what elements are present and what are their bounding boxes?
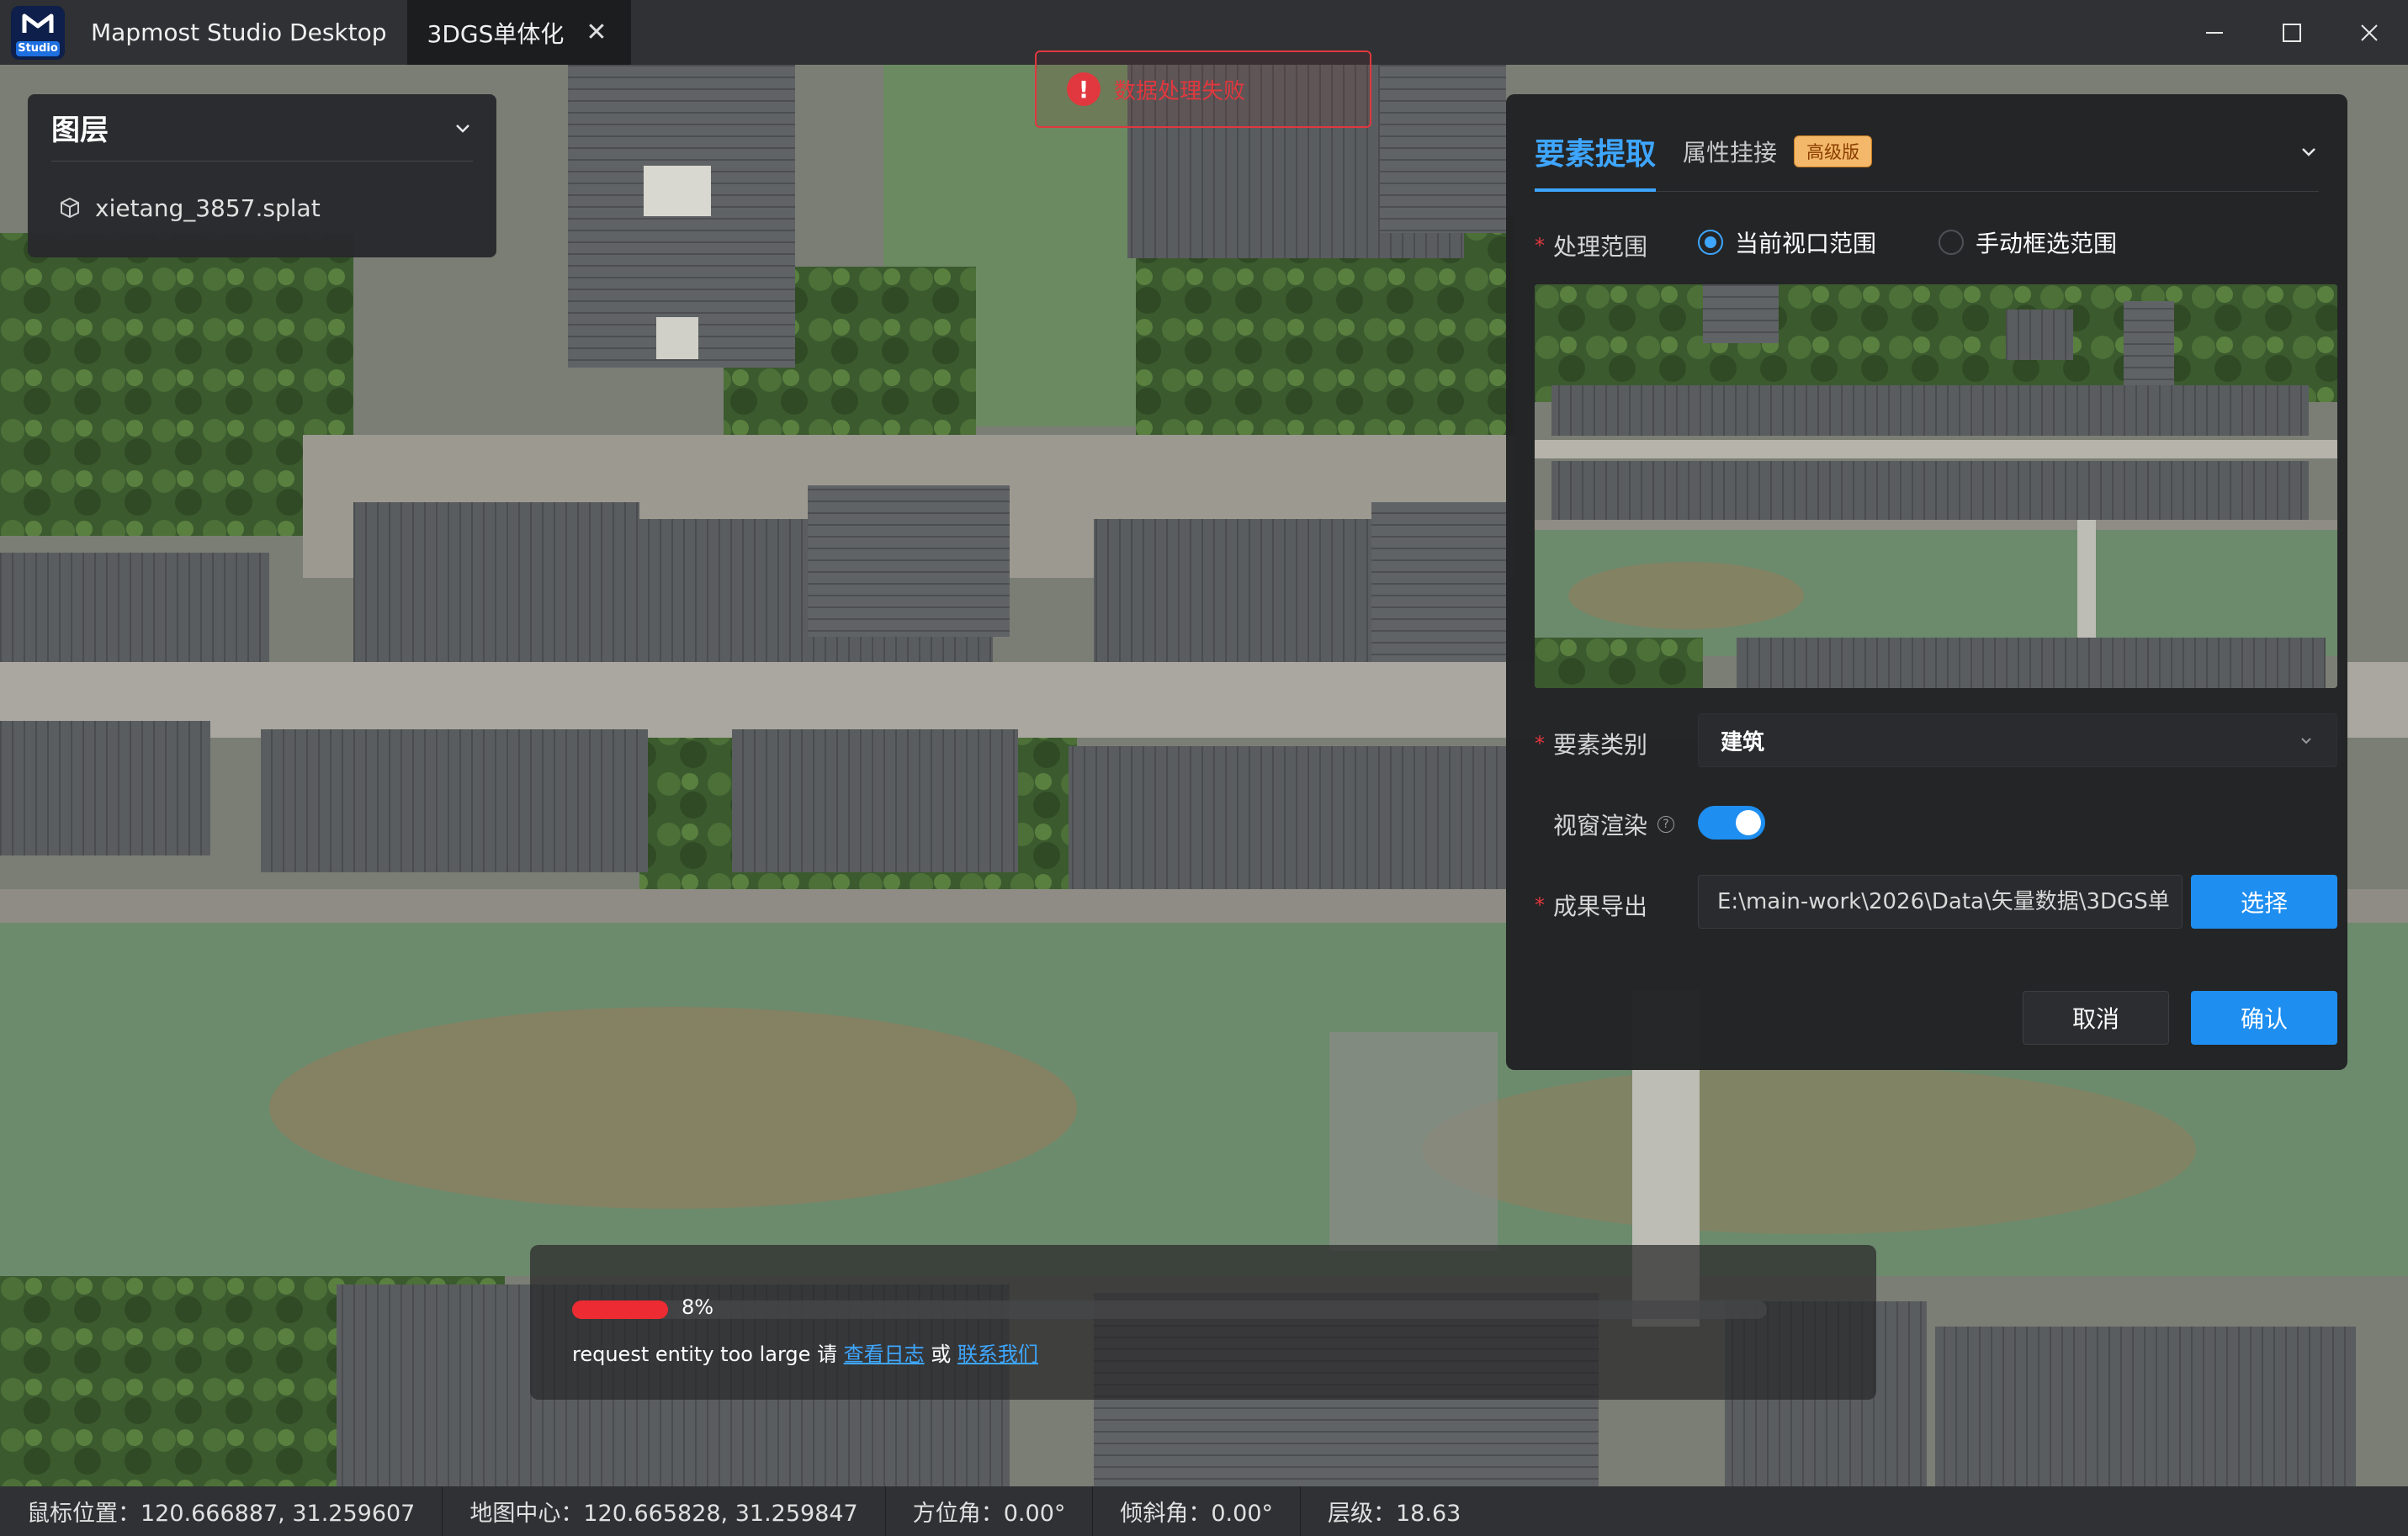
layer-panel-header[interactable]: 图层	[51, 94, 473, 162]
range-label: * 处理范围	[1535, 229, 1647, 262]
minimize-icon	[2206, 31, 2223, 34]
range-label-text: 处理范围	[1553, 233, 1648, 261]
status-pitch: 倾斜角：0.00°	[1120, 1501, 1273, 1527]
feature-extraction-panel: 要素提取 属性挂接 高级版 * 处理范围 当前视口范围 手动框选范围 * 要素类…	[1506, 94, 2347, 1070]
logo-icon: Studio	[11, 5, 65, 60]
category-label: * 要素类别	[1535, 727, 1647, 760]
status-bearing: 方位角：0.00°	[912, 1501, 1066, 1527]
layer-panel-title: 图层	[51, 114, 109, 147]
progress-fill	[572, 1300, 668, 1319]
close-window-icon	[2361, 24, 2378, 41]
required-mark: *	[1535, 732, 1545, 755]
required-mark: *	[1535, 893, 1545, 917]
preview-imagery	[1535, 284, 2337, 688]
contact-us-link[interactable]: 联系我们	[957, 1343, 1038, 1366]
export-label-text: 成果导出	[1553, 892, 1648, 920]
category-select-value: 建筑	[1721, 729, 1765, 755]
tab-attribute-attach[interactable]: 属性挂接	[1683, 135, 1777, 168]
window-controls	[2176, 0, 2408, 65]
radio-manual-box[interactable]	[1939, 230, 1965, 255]
render-toggle[interactable]	[1698, 806, 1765, 840]
error-icon: !	[1067, 72, 1101, 106]
layer-panel: 图层 xietang_3857.splat	[28, 94, 496, 257]
cube-icon	[61, 198, 79, 218]
app-title: Mapmost Studio Desktop	[91, 19, 387, 46]
close-window-button[interactable]	[2331, 0, 2408, 65]
status-map-center: 地图中心：120.665828, 31.259847	[469, 1501, 858, 1527]
select-path-button[interactable]: 选择	[2191, 875, 2337, 929]
tab-feature-extraction[interactable]: 要素提取	[1535, 111, 1657, 192]
premium-badge: 高级版	[1794, 135, 1873, 167]
progress-message: request entity too large 请 查看日志 或 联系我们	[572, 1337, 1038, 1367]
help-icon[interactable]: ?	[1657, 816, 1675, 833]
chevron-down-icon[interactable]	[2299, 141, 2319, 162]
maximize-button[interactable]	[2253, 0, 2331, 65]
error-text: request entity too large 请	[572, 1343, 844, 1366]
cancel-button[interactable]: 取消	[2023, 991, 2169, 1045]
layer-item[interactable]: xietang_3857.splat	[28, 162, 496, 254]
progress-percent: 8%	[682, 1295, 714, 1319]
layer-item-label: xietang_3857.splat	[95, 193, 321, 222]
status-mouse-position: 鼠标位置：120.666887, 31.259607	[27, 1501, 416, 1527]
logo-tag: Studio	[16, 40, 60, 56]
or-text: 或	[924, 1343, 957, 1366]
view-log-link[interactable]: 查看日志	[844, 1343, 925, 1366]
required-mark: *	[1535, 234, 1545, 257]
minimize-button[interactable]	[2176, 0, 2253, 65]
progress-bar	[572, 1300, 1767, 1319]
export-label: * 成果导出	[1535, 888, 1647, 922]
radio-manual-box-label[interactable]: 手动框选范围	[1976, 225, 2117, 259]
status-bar: 鼠标位置：120.666887, 31.259607 地图中心：120.6658…	[0, 1486, 2408, 1536]
range-radio-group: 当前视口范围 手动框选范围	[1698, 225, 2117, 259]
export-path-input[interactable]: E:\main-work\2026\Data\矢量数据\3DGS单	[1698, 875, 2183, 929]
maximize-icon	[2283, 23, 2301, 42]
confirm-button[interactable]: 确认	[2191, 991, 2337, 1045]
close-icon[interactable]: ✕	[586, 18, 607, 47]
tab-3dgs[interactable]: 3DGS单体化 ✕	[406, 0, 631, 65]
status-zoom: 层级：18.63	[1328, 1501, 1461, 1527]
radio-current-viewport[interactable]	[1698, 230, 1723, 255]
app-logo: Studio	[0, 0, 76, 65]
render-label: 视窗渲染 ?	[1553, 808, 1675, 841]
error-toast: ! 数据处理失败	[1035, 50, 1371, 128]
error-message: 数据处理失败	[1114, 78, 1246, 104]
progress-box: 8% request entity too large 请 查看日志 或 联系我…	[530, 1245, 1876, 1400]
render-label-text: 视窗渲染	[1553, 812, 1648, 840]
category-label-text: 要素类别	[1553, 731, 1648, 759]
chevron-down-icon	[2301, 738, 2311, 744]
radio-current-viewport-label[interactable]: 当前视口范围	[1735, 225, 1876, 259]
tab-label: 3DGS单体化	[427, 19, 565, 48]
feature-tabs: 要素提取 属性挂接 高级版	[1535, 111, 2319, 192]
category-select[interactable]: 建筑	[1698, 713, 2337, 767]
chevron-down-icon[interactable]	[453, 118, 473, 138]
viewport-preview	[1535, 284, 2337, 688]
